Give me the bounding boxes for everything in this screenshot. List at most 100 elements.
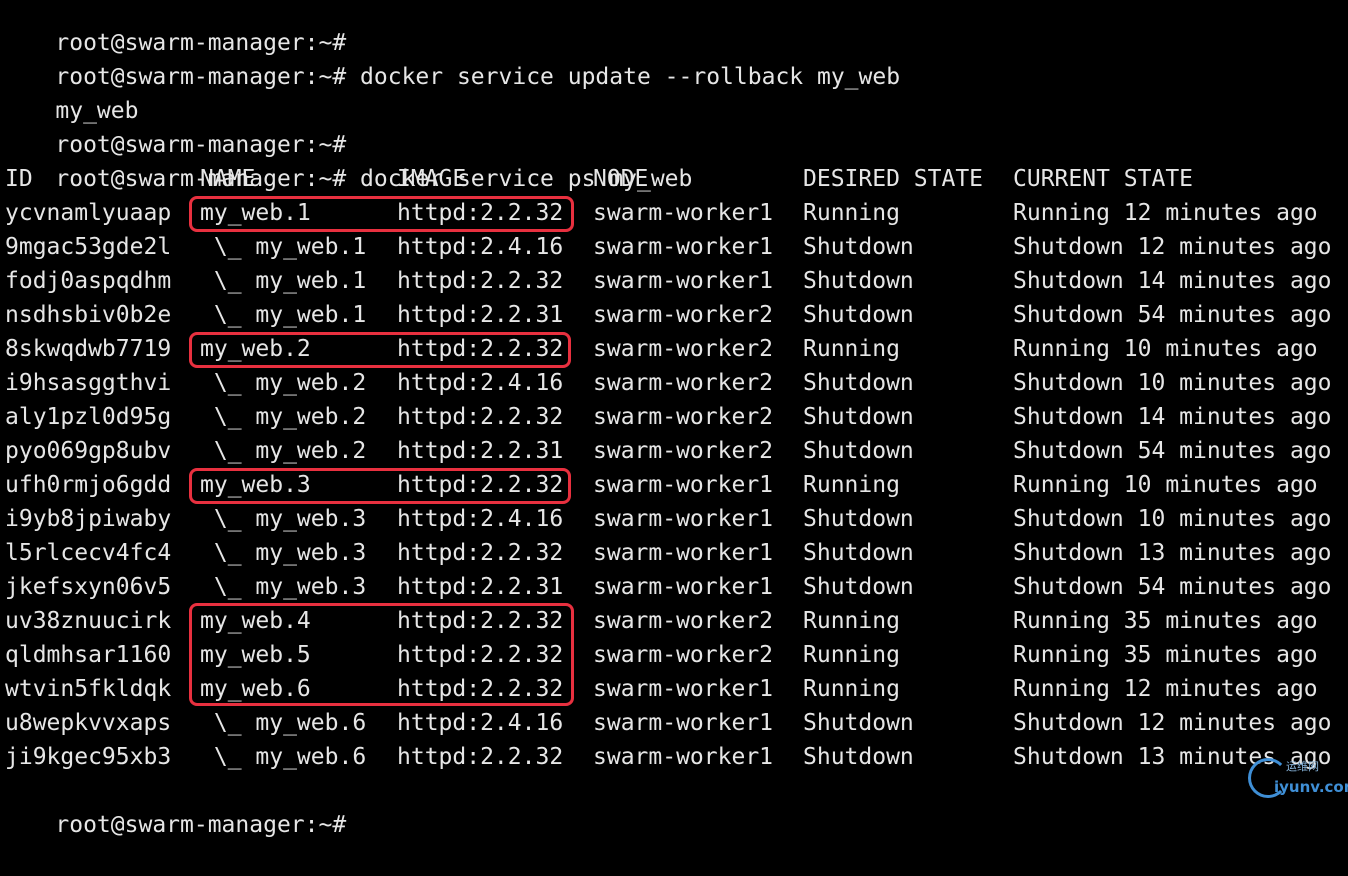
table-row: uv38znuucirk my_web.4 httpd:2.2.32 swarm-wo… bbox=[0, 604, 1348, 638]
task-current-state: Shutdown 12 minutes ago bbox=[1013, 710, 1332, 736]
task-desired-state: Running bbox=[803, 336, 900, 362]
task-id: 9mgac53gde2l bbox=[5, 234, 172, 260]
task-desired-state: Shutdown bbox=[803, 506, 914, 532]
task-name: \_ my_web.3 bbox=[200, 506, 367, 532]
terminal-window[interactable]: root@swarm-manager:~# root@swarm-manager… bbox=[0, 0, 1348, 838]
watermark-line1: 运维网 bbox=[1286, 760, 1319, 773]
table-row: i9hsasggthvi \_ my_web.2 httpd:2.4.16 swar… bbox=[0, 366, 1348, 400]
task-image: httpd:2.2.32 bbox=[397, 472, 564, 498]
task-id: qldmhsar1160 bbox=[5, 642, 172, 668]
task-current-state: Running 35 minutes ago bbox=[1013, 642, 1318, 668]
header-desired-state: DESIRED STATE bbox=[803, 166, 984, 192]
task-id: jkefsxyn06v5 bbox=[5, 574, 172, 600]
table-row: nsdhsbiv0b2e \_ my_web.1 httpd:2.2.31 swar… bbox=[0, 298, 1348, 332]
task-desired-state: Shutdown bbox=[803, 234, 914, 260]
task-name: \_ my_web.2 bbox=[200, 370, 367, 396]
task-node: swarm-worker1 bbox=[593, 744, 774, 770]
task-node: swarm-worker1 bbox=[593, 574, 774, 600]
task-current-state: Shutdown 54 minutes ago bbox=[1013, 438, 1332, 464]
task-id: wtvin5fkldqk bbox=[5, 676, 172, 702]
terminal-line: root@swarm-manager:~# bbox=[0, 0, 1348, 56]
table-row: ufh0rmjo6gdd my_web.3 httpd:2.2.32 swarm-wo… bbox=[0, 468, 1348, 502]
task-desired-state: Shutdown bbox=[803, 404, 914, 430]
task-desired-state: Shutdown bbox=[803, 268, 914, 294]
task-name: \_ my_web.3 bbox=[200, 574, 367, 600]
table-row: ycvnamlyuaap my_web.1 httpd:2.2.32 swarm-wo… bbox=[0, 196, 1348, 230]
table-row: i9yb8jpiwaby \_ my_web.3 httpd:2.4.16 swar… bbox=[0, 502, 1348, 536]
task-node: swarm-worker1 bbox=[593, 268, 774, 294]
task-name: \_ my_web.1 bbox=[200, 234, 367, 260]
header-image: IMAGE bbox=[397, 166, 467, 192]
task-id: i9hsasggthvi bbox=[5, 370, 172, 396]
task-image: httpd:2.4.16 bbox=[397, 370, 564, 396]
task-image: httpd:2.2.32 bbox=[397, 268, 564, 294]
task-node: swarm-worker2 bbox=[593, 642, 774, 668]
task-desired-state: Running bbox=[803, 200, 900, 226]
task-node: swarm-worker2 bbox=[593, 608, 774, 634]
task-id: fodj0aspqdhm bbox=[5, 268, 172, 294]
task-desired-state: Shutdown bbox=[803, 370, 914, 396]
task-current-state: Shutdown 12 minutes ago bbox=[1013, 234, 1332, 260]
task-node: swarm-worker2 bbox=[593, 370, 774, 396]
task-current-state: Shutdown 54 minutes ago bbox=[1013, 574, 1332, 600]
task-desired-state: Running bbox=[803, 608, 900, 634]
header-name: NAME bbox=[200, 166, 256, 192]
task-image: httpd:2.2.32 bbox=[397, 200, 564, 226]
task-name: \_ my_web.2 bbox=[200, 404, 367, 430]
table-row: qldmhsar1160 my_web.5 httpd:2.2.32 swarm-wo… bbox=[0, 638, 1348, 672]
task-name: my_web.5 bbox=[200, 642, 311, 668]
task-name: \_ my_web.1 bbox=[200, 302, 367, 328]
watermark-logo: 运维网 iyunv.com bbox=[1246, 756, 1348, 802]
task-current-state: Running 35 minutes ago bbox=[1013, 608, 1318, 634]
task-current-state: Running 10 minutes ago bbox=[1013, 472, 1318, 498]
task-node: swarm-worker1 bbox=[593, 676, 774, 702]
task-image: httpd:2.2.32 bbox=[397, 642, 564, 668]
task-id: pyo069gp8ubv bbox=[5, 438, 172, 464]
task-id: i9yb8jpiwaby bbox=[5, 506, 172, 532]
task-node: swarm-worker1 bbox=[593, 506, 774, 532]
table-row: ji9kgec95xb3 \_ my_web.6 httpd:2.2.32 swar… bbox=[0, 740, 1348, 774]
task-current-state: Shutdown 10 minutes ago bbox=[1013, 506, 1332, 532]
table-header: ID NAME IMAGE NODE DESIRED STATE CURRENT… bbox=[0, 162, 1348, 196]
table-row: 8skwqdwb7719 my_web.2 httpd:2.2.32 swarm-wo… bbox=[0, 332, 1348, 366]
task-image: httpd:2.2.32 bbox=[397, 336, 564, 362]
task-desired-state: Running bbox=[803, 642, 900, 668]
task-current-state: Shutdown 14 minutes ago bbox=[1013, 404, 1332, 430]
table-row: jkefsxyn06v5 \_ my_web.3 httpd:2.2.31 swar… bbox=[0, 570, 1348, 604]
task-node: swarm-worker2 bbox=[593, 438, 774, 464]
task-id: u8wepkvvxaps bbox=[5, 710, 172, 736]
task-desired-state: Shutdown bbox=[803, 710, 914, 736]
task-current-state: Running 12 minutes ago bbox=[1013, 676, 1318, 702]
task-id: ycvnamlyuaap bbox=[5, 200, 172, 226]
task-id: nsdhsbiv0b2e bbox=[5, 302, 172, 328]
task-image: httpd:2.4.16 bbox=[397, 710, 564, 736]
task-name: my_web.2 bbox=[200, 336, 311, 362]
task-desired-state: Shutdown bbox=[803, 744, 914, 770]
terminal-line: root@swarm-manager:~# bbox=[0, 774, 1348, 838]
task-name: \_ my_web.1 bbox=[200, 268, 367, 294]
task-current-state: Shutdown 14 minutes ago bbox=[1013, 268, 1332, 294]
task-desired-state: Running bbox=[803, 676, 900, 702]
header-node: NODE bbox=[593, 166, 649, 192]
task-id: 8skwqdwb7719 bbox=[5, 336, 172, 362]
task-desired-state: Shutdown bbox=[803, 438, 914, 464]
task-id: ufh0rmjo6gdd bbox=[5, 472, 172, 498]
task-name: \_ my_web.2 bbox=[200, 438, 367, 464]
task-id: l5rlcecv4fc4 bbox=[5, 540, 172, 566]
task-id: aly1pzl0d95g bbox=[5, 404, 172, 430]
task-desired-state: Running bbox=[803, 472, 900, 498]
task-current-state: Shutdown 54 minutes ago bbox=[1013, 302, 1332, 328]
task-image: httpd:2.2.31 bbox=[397, 438, 564, 464]
task-node: swarm-worker1 bbox=[593, 234, 774, 260]
header-current-state: CURRENT STATE bbox=[1013, 166, 1194, 192]
task-name: \_ my_web.6 bbox=[200, 710, 367, 736]
terminal-output-line: my_web bbox=[0, 60, 1348, 124]
task-name: my_web.4 bbox=[200, 608, 311, 634]
task-image: httpd:2.2.32 bbox=[397, 676, 564, 702]
task-name: \_ my_web.6 bbox=[200, 744, 367, 770]
task-name: my_web.3 bbox=[200, 472, 311, 498]
task-name: my_web.1 bbox=[200, 200, 311, 226]
task-node: swarm-worker1 bbox=[593, 472, 774, 498]
task-desired-state: Shutdown bbox=[803, 302, 914, 328]
table-row: u8wepkvvxaps \_ my_web.6 httpd:2.4.16 swar… bbox=[0, 706, 1348, 740]
